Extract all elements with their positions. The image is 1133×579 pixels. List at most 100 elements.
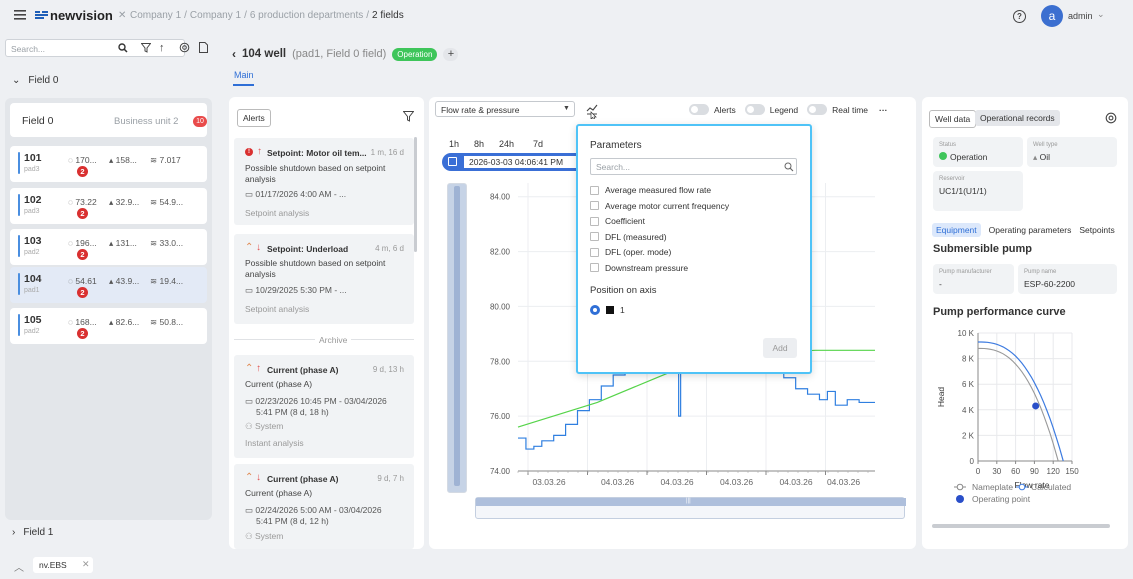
breadcrumb-company[interactable]: Company 1	[130, 10, 181, 21]
checkbox[interactable]	[590, 263, 599, 272]
search-icon[interactable]	[118, 43, 128, 53]
pump-curve-chart[interactable]: 10 K8 K6 K4 K2 K00 30 60 90 120 150HeadFlow r…	[930, 325, 1110, 510]
filter-icon[interactable]	[141, 43, 151, 53]
alert-card[interactable]: ! ↑ Setpoint: Motor oil tem... 1 m, 16 d…	[234, 138, 414, 225]
vertical-range-slider[interactable]	[447, 183, 467, 493]
alert-card[interactable]: ⌃ ↓ Setpoint: Underload 4 m, 6 d Possibl…	[234, 234, 414, 324]
alert-card[interactable]: ⌃ ↓ Current (phase A) 9 d, 7 h Current (…	[234, 464, 414, 549]
status-field: Status Operation	[933, 137, 1023, 167]
axis-option[interactable]: 1	[590, 305, 625, 315]
checkbox[interactable]	[590, 201, 599, 210]
chevron-down-icon[interactable]: ⌄	[1097, 9, 1105, 20]
radio-selected[interactable]	[590, 305, 600, 315]
close-breadcrumb-icon[interactable]: ✕	[118, 10, 126, 21]
chevron-up-icon[interactable]: ︿	[14, 559, 24, 574]
realtime-toggle-label: Real time	[832, 104, 869, 115]
field-group-header[interactable]: Field 0 Business unit 2 10	[10, 103, 207, 137]
status-dot-icon	[939, 152, 947, 160]
sort-up-icon[interactable]: ↑	[159, 42, 165, 54]
tab-equipment[interactable]: Equipment	[932, 223, 981, 237]
add-parameter-icon[interactable]	[586, 103, 598, 119]
pump-manufacturer-label: Pump manufacturer	[939, 269, 992, 275]
group-subtitle: Business unit 2	[114, 116, 179, 127]
alert-user: ⚇ System	[245, 531, 284, 541]
alert-ago: 4 m, 6 d	[375, 244, 404, 253]
settings-icon[interactable]	[179, 42, 190, 53]
realtime-toggle[interactable]	[807, 104, 828, 115]
param-option[interactable]: Coefficient	[590, 215, 645, 227]
y-axis-label: Head	[936, 387, 946, 408]
range-7d[interactable]: 7d	[533, 139, 558, 149]
filter-icon[interactable]	[403, 111, 414, 122]
alert-card[interactable]: ⌃ ↑ Current (phase A) 9 d, 13 h Current …	[234, 355, 414, 458]
user-name[interactable]: admin	[1068, 11, 1093, 21]
close-icon[interactable]: ✕	[82, 559, 90, 570]
calendar-icon: ▭	[245, 285, 256, 295]
range-1h[interactable]: 1h	[449, 139, 474, 149]
scrollbar[interactable]	[932, 524, 1110, 528]
back-chevron-icon[interactable]: ‹	[232, 47, 236, 61]
alerts-toggle-label: Alerts	[714, 104, 736, 115]
well-tile-103[interactable]: 103 pad2 ◌ 196... ▴ 131... ≋ 33.0... 2	[10, 229, 207, 265]
metric-wave: ≋ 7.017	[150, 155, 181, 165]
well-title: 104 well	[242, 48, 287, 60]
range-24h[interactable]: 24h	[499, 139, 533, 149]
well-number: 102	[24, 194, 42, 206]
alert-desc: Current (phase A)	[245, 488, 313, 498]
document-icon[interactable]	[199, 42, 208, 53]
legend-toggle[interactable]	[744, 104, 765, 115]
well-tile-101[interactable]: 101 pad3 ◌ 170... ▴ 158... ≋ 7.017 2	[10, 146, 207, 182]
checkbox[interactable]	[590, 232, 599, 241]
more-icon[interactable]: ···	[879, 105, 888, 115]
tab-operating-parameters[interactable]: Operating parameters	[989, 225, 1072, 235]
param-option[interactable]: DFL (measured)	[590, 231, 667, 243]
field1-toggle[interactable]: › Field 1	[12, 527, 53, 538]
chevron-up-icon: ⌃	[245, 242, 254, 253]
field0-toggle[interactable]: ⌄ Field 0	[12, 75, 58, 86]
alert-source: Setpoint analysis	[245, 304, 310, 314]
well-number: 103	[24, 235, 42, 247]
x-tick-label: 03.03.26	[532, 477, 565, 487]
alert-title: Current (phase A)	[267, 474, 339, 484]
settings-icon[interactable]	[1105, 112, 1117, 124]
date-picker[interactable]: 2026-03-03 04:06:41 PM	[442, 153, 578, 171]
tab-well-data[interactable]: Well data	[929, 110, 977, 128]
alerts-toggle[interactable]	[689, 104, 709, 115]
tab-setpoints[interactable]: Setpoints	[1079, 225, 1114, 235]
well-tile-105[interactable]: 105 pad2 ◌ 168... ▴ 82.6... ≋ 50.8... 2	[10, 308, 207, 344]
horizontal-range-slider[interactable]: |||	[475, 497, 906, 519]
param-search-input[interactable]: Search...	[590, 158, 797, 175]
alert-desc: Possible shutdown based on setpoint anal…	[245, 163, 386, 184]
checkbox[interactable]	[590, 247, 599, 257]
help-icon[interactable]: ?	[1013, 10, 1026, 23]
add-button[interactable]: Add	[763, 338, 797, 358]
menu-icon[interactable]	[14, 10, 26, 20]
avatar[interactable]: a	[1041, 5, 1063, 27]
well-tile-104[interactable]: 104 pad1 ◌ 54.61 ▴ 43.9... ≋ 19.4... 2	[10, 267, 207, 303]
drop-icon: ▴	[1033, 152, 1040, 162]
alerts-button[interactable]: Alerts	[237, 109, 271, 127]
parameter-select[interactable]: Flow rate & pressure ▼	[435, 101, 575, 117]
param-option[interactable]: Average motor current frequency	[590, 200, 729, 212]
search-input[interactable]: Search...	[11, 44, 45, 54]
scrollbar[interactable]	[414, 137, 417, 252]
breadcrumb-company-2[interactable]: Company 1	[190, 10, 241, 21]
calculated-curve	[978, 341, 1064, 462]
param-option[interactable]: Average measured flow rate	[590, 184, 711, 196]
alert-date: ▭ 02/24/2026 5:00 AM - 03/04/2026	[245, 505, 382, 515]
search-box[interactable]: Search...	[5, 39, 185, 57]
param-option[interactable]: DFL (oper. mode)	[590, 246, 671, 258]
range-8h[interactable]: 8h	[474, 139, 499, 149]
tab-operational-records[interactable]: Operational records	[975, 110, 1060, 126]
breadcrumb-departments[interactable]: 6 production departments	[250, 10, 363, 21]
legend-operating-label: Operating point	[972, 494, 1031, 504]
checkbox[interactable]	[590, 185, 599, 195]
checkbox[interactable]	[590, 216, 599, 226]
tab-main[interactable]: Main	[234, 70, 254, 80]
add-tab-button[interactable]: +	[443, 47, 459, 61]
x-tick-label: 04.03.26	[827, 477, 860, 487]
param-option[interactable]: Downstream pressure	[590, 262, 688, 274]
alert-desc: Possible shutdown based on setpoint anal…	[245, 258, 386, 279]
bottom-tab[interactable]: nv.EBS ✕	[33, 557, 93, 573]
well-tile-102[interactable]: 102 pad3 ◌ 73.22 ▴ 32.9... ≋ 54.9... 2	[10, 188, 207, 224]
